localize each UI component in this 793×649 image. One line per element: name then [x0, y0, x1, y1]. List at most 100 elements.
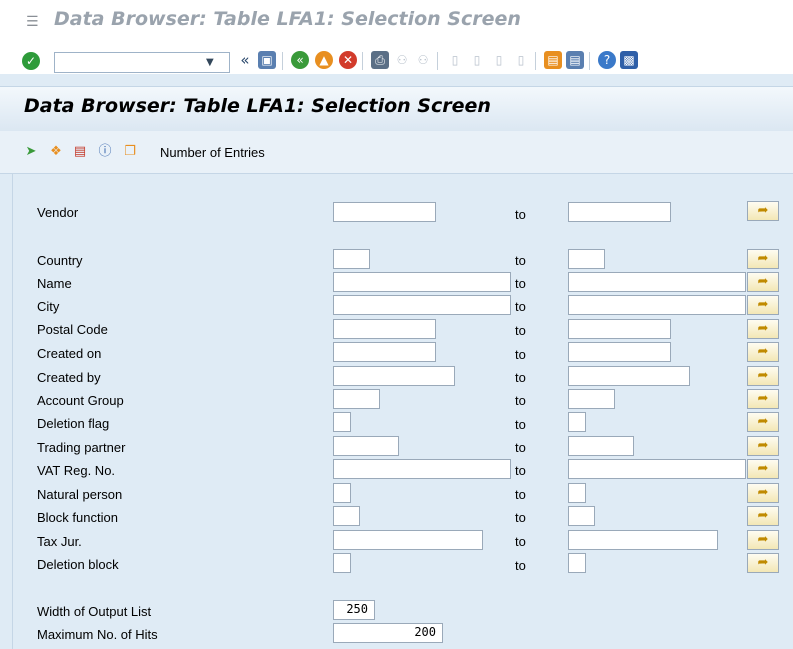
name-label: Name: [37, 276, 72, 291]
customize-icon[interactable]: ▩: [620, 51, 638, 69]
trading-partner-label: Trading partner: [37, 440, 126, 455]
copy-selection-icon[interactable]: ❐: [121, 143, 139, 161]
vat-reg-no-to-input[interactable]: [568, 459, 746, 479]
postal-code-multiple-selection-button[interactable]: ➦: [747, 319, 779, 339]
vat-reg-no-multiple-selection-button[interactable]: ➦: [747, 459, 779, 479]
last-page-icon[interactable]: ▯: [512, 51, 530, 69]
postal-code-from-input[interactable]: [333, 319, 436, 339]
tax-jur-from-input[interactable]: [333, 530, 483, 550]
city-multiple-selection-button[interactable]: ➦: [747, 295, 779, 315]
vendor-multiple-selection-button[interactable]: ➦: [747, 201, 779, 221]
vendor-from-input[interactable]: [333, 202, 436, 222]
width-output-list-label: Width of Output List: [37, 604, 152, 619]
created-by-from-input[interactable]: [333, 366, 455, 386]
delete-selection-icon[interactable]: ▤: [71, 143, 89, 161]
create-session-icon[interactable]: ▤: [544, 51, 562, 69]
to-label: to: [515, 534, 526, 549]
vendor-label: Vendor: [37, 205, 79, 220]
exit-icon[interactable]: ▲: [315, 51, 333, 69]
account-group-to-input[interactable]: [568, 389, 615, 409]
to-label: to: [515, 393, 526, 408]
trading-partner-to-input[interactable]: [568, 436, 634, 456]
window-title: Data Browser: Table LFA1: Selection Scre…: [54, 8, 521, 30]
to-label: to: [515, 487, 526, 502]
info-icon[interactable]: ⓘ: [96, 143, 114, 161]
deletion-flag-multiple-selection-button[interactable]: ➦: [747, 412, 779, 432]
back-green-icon[interactable]: «: [291, 51, 309, 69]
account-group-multiple-selection-button[interactable]: ➦: [747, 389, 779, 409]
selection-area: [12, 174, 793, 649]
natural-person-label: Natural person: [37, 487, 123, 502]
deletion-block-multiple-selection-button[interactable]: ➦: [747, 553, 779, 573]
trading-partner-from-input[interactable]: [333, 436, 399, 456]
natural-person-from-input[interactable]: [333, 483, 351, 503]
tax-jur-label: Tax Jur.: [37, 534, 82, 549]
to-label: to: [515, 347, 526, 362]
selection-options-icon[interactable]: ❖: [47, 143, 65, 161]
prev-page-icon[interactable]: ▯: [468, 51, 486, 69]
cancel-icon[interactable]: ✕: [339, 51, 357, 69]
deletion-flag-to-input[interactable]: [568, 412, 586, 432]
vendor-to-input[interactable]: [568, 202, 671, 222]
created-on-label: Created on: [37, 346, 102, 361]
toolbar-separator: [437, 52, 438, 70]
execute-icon[interactable]: ➤: [22, 143, 40, 161]
toolbar-separator: [362, 52, 363, 70]
find-next-icon[interactable]: ⚇: [414, 51, 432, 69]
check-icon[interactable]: ✓: [22, 52, 40, 70]
natural-person-multiple-selection-button[interactable]: ➦: [747, 483, 779, 503]
name-from-input[interactable]: [333, 272, 511, 292]
next-page-icon[interactable]: ▯: [490, 51, 508, 69]
back-icon[interactable]: «: [236, 51, 254, 69]
created-on-from-input[interactable]: [333, 342, 436, 362]
deletion-flag-label: Deletion flag: [37, 416, 110, 431]
maximum-hits-input[interactable]: 200: [333, 623, 443, 643]
natural-person-to-input[interactable]: [568, 483, 586, 503]
postal-code-to-input[interactable]: [568, 319, 671, 339]
created-by-multiple-selection-button[interactable]: ➦: [747, 366, 779, 386]
created-on-multiple-selection-button[interactable]: ➦: [747, 342, 779, 362]
name-multiple-selection-button[interactable]: ➦: [747, 272, 779, 292]
block-function-multiple-selection-button[interactable]: ➦: [747, 506, 779, 526]
save-icon[interactable]: ▣: [258, 51, 276, 69]
width-output-list-input[interactable]: 250: [333, 600, 375, 620]
deletion-flag-from-input[interactable]: [333, 412, 351, 432]
city-from-input[interactable]: [333, 295, 511, 315]
tax-jur-multiple-selection-button[interactable]: ➦: [747, 530, 779, 550]
block-function-to-input[interactable]: [568, 506, 595, 526]
help-icon[interactable]: ?: [598, 51, 616, 69]
tax-jur-to-input[interactable]: [568, 530, 718, 550]
block-function-from-input[interactable]: [333, 506, 360, 526]
name-to-input[interactable]: [568, 272, 746, 292]
to-label: to: [515, 370, 526, 385]
first-page-icon[interactable]: ▯: [446, 51, 464, 69]
maximum-hits-label: Maximum No. of Hits: [37, 627, 158, 642]
deletion-block-label: Deletion block: [37, 557, 119, 572]
number-of-entries-button[interactable]: Number of Entries: [160, 145, 265, 160]
vat-reg-no-label: VAT Reg. No.: [37, 463, 116, 478]
to-label: to: [515, 253, 526, 268]
country-multiple-selection-button[interactable]: ➦: [747, 249, 779, 269]
city-to-input[interactable]: [568, 295, 746, 315]
command-field[interactable]: [54, 52, 230, 73]
deletion-block-to-input[interactable]: [568, 553, 586, 573]
generate-shortcut-icon[interactable]: ▤: [566, 51, 584, 69]
chevron-down-icon[interactable]: ▼: [206, 57, 214, 68]
to-label: to: [515, 510, 526, 525]
to-label: to: [515, 440, 526, 455]
account-group-from-input[interactable]: [333, 389, 380, 409]
vat-reg-no-from-input[interactable]: [333, 459, 511, 479]
created-on-to-input[interactable]: [568, 342, 671, 362]
to-label: to: [515, 323, 526, 338]
find-icon[interactable]: ⚇: [393, 51, 411, 69]
to-label: to: [515, 463, 526, 478]
country-to-input[interactable]: [568, 249, 605, 269]
deletion-block-from-input[interactable]: [333, 553, 351, 573]
country-from-input[interactable]: [333, 249, 370, 269]
print-icon[interactable]: ⎙: [371, 51, 389, 69]
trading-partner-multiple-selection-button[interactable]: ➦: [747, 436, 779, 456]
window-menu-icon[interactable]: ☰: [26, 14, 39, 30]
to-label: to: [515, 558, 526, 573]
title-bar: ☰ Data Browser: Table LFA1: Selection Sc…: [0, 0, 793, 38]
created-by-to-input[interactable]: [568, 366, 690, 386]
